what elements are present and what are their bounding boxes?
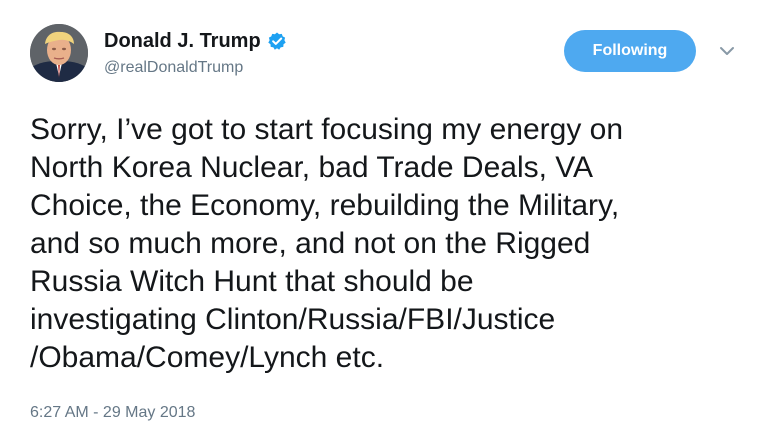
verified-badge-icon	[267, 31, 287, 51]
tweet-text-line: investigating Clinton/Russia/FBI/Justice	[30, 303, 556, 336]
tweet-text-line: Choice, the Economy, rebuilding the Mili…	[30, 189, 620, 222]
user-info: Donald J. Trump @realDonaldTrump	[104, 28, 524, 82]
following-button[interactable]: Following	[564, 30, 696, 72]
tweet-text-line: Sorry, I’ve got to start focusing my ene…	[30, 113, 624, 146]
tweet-text-line: and so much more, and not on the Rigged	[30, 227, 591, 260]
tweet-header: Donald J. Trump @realDonaldTrump Followi…	[30, 24, 742, 88]
chevron-down-icon[interactable]	[718, 44, 736, 58]
tweet-timestamp[interactable]: 6:27 AM - 29 May 2018	[30, 404, 195, 422]
tweet-text-line: /Obama/Comey/Lynch etc.	[30, 341, 385, 374]
tweet-text-line: North Korea Nuclear, bad Trade Deals, VA	[30, 151, 594, 184]
display-name-row: Donald J. Trump	[104, 28, 524, 54]
screen-name[interactable]: @realDonaldTrump	[104, 58, 524, 78]
tweet-text-line: Russia Witch Hunt that should be	[30, 265, 474, 298]
avatar-image	[30, 24, 88, 82]
tweet-text: Sorry, I’ve got to start focusing my ene…	[30, 111, 750, 377]
display-name[interactable]: Donald J. Trump	[104, 28, 261, 54]
avatar[interactable]	[30, 24, 88, 82]
tweet-card: Donald J. Trump @realDonaldTrump Followi…	[0, 0, 768, 435]
